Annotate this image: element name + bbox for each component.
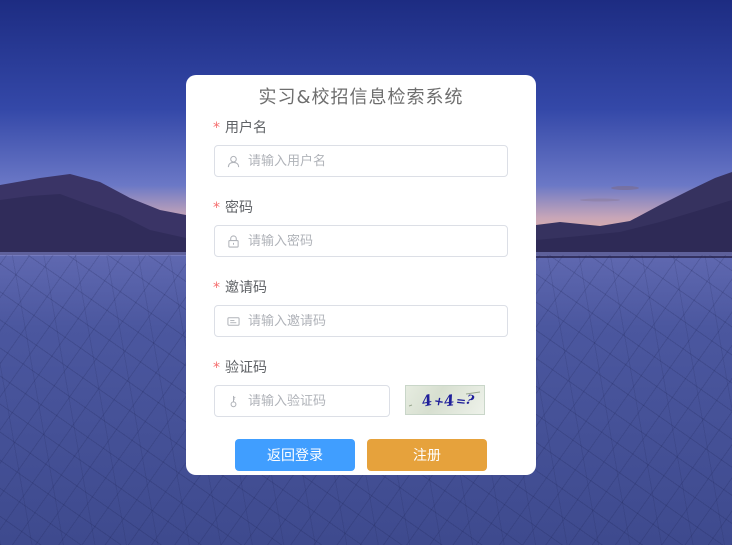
required-mark: * <box>213 280 220 296</box>
invite-code-label: * 邀请码 <box>213 277 267 297</box>
captcha-image[interactable]: 4 + 4 = ? <box>405 385 485 415</box>
captcha-field[interactable] <box>214 385 390 417</box>
password-input[interactable] <box>248 233 488 249</box>
page-title: 实习&校招信息检索系统 <box>258 87 464 108</box>
captcha-char-1: 4 <box>420 391 434 411</box>
captcha-label-text: 验证码 <box>225 360 267 376</box>
required-mark: * <box>213 120 220 136</box>
captcha-input[interactable] <box>248 393 378 409</box>
username-input[interactable] <box>248 153 488 169</box>
username-field[interactable] <box>214 145 508 177</box>
required-mark: * <box>213 360 220 376</box>
username-label-text: 用户名 <box>225 120 267 136</box>
invite-code-input[interactable] <box>248 313 488 329</box>
password-label: * 密码 <box>213 197 253 217</box>
captcha-glyphs: 4 + 4 = ? <box>408 391 481 411</box>
invite-code-field[interactable] <box>214 305 508 337</box>
back-to-login-button[interactable]: 返回登录 <box>235 439 355 471</box>
username-label: * 用户名 <box>213 117 267 137</box>
invite-code-label-text: 邀请码 <box>225 280 267 296</box>
user-icon <box>226 154 240 168</box>
lock-icon <box>226 234 240 248</box>
card-icon <box>226 314 240 328</box>
register-card: 实习&校招信息检索系统 * 用户名 * 密码 * 邀请码 * 验证码 <box>186 75 536 475</box>
password-field[interactable] <box>214 225 508 257</box>
required-mark: * <box>213 200 220 216</box>
register-button[interactable]: 注册 <box>367 439 487 471</box>
captcha-label: * 验证码 <box>213 357 267 377</box>
captcha-char-3: 4 <box>443 391 456 410</box>
key-icon <box>226 394 240 408</box>
password-label-text: 密码 <box>225 200 253 216</box>
